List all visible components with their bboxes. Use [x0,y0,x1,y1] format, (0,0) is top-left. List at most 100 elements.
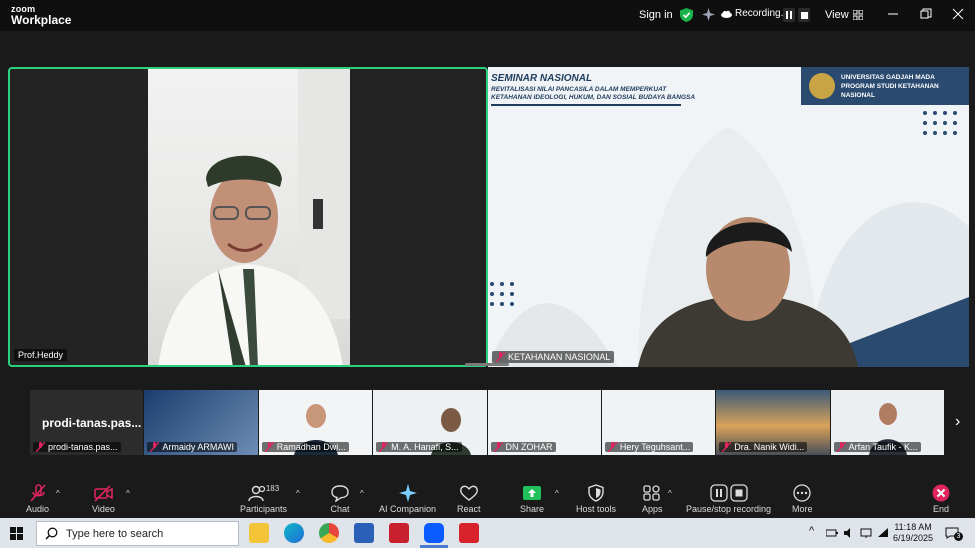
host-tools-button[interactable]: Host tools [576,484,616,514]
heart-icon [459,485,478,501]
react-label: React [457,504,481,514]
pause-icon [786,11,792,19]
muted-mic-icon [836,442,846,452]
notification-count: 3 [954,532,963,541]
recording-label: Recording... [735,8,789,19]
audio-options-chevron-up-icon[interactable]: ^ [56,489,60,498]
gallery-tile[interactable]: Ramadhan Dwi... [258,390,373,455]
end-button[interactable]: End [931,484,951,514]
slide-subtitle: REVITALISASI NILAI PANCASILA DALAM MEMPE… [491,86,695,102]
participants-icon [248,485,265,502]
pause-stop-recording-icon [709,484,748,502]
participant-name: Arfan Taufik - K... [848,442,918,452]
participants-count: 183 [265,484,280,493]
participant-label: Dra. Nanik Widi... [719,442,808,452]
end-label: End [932,504,949,514]
chat-icon [331,485,349,502]
slide-subtitle-1: REVITALISASI NILAI PANCASILA DALAM MEMPE… [491,86,667,93]
org-name-2: PROGRAM STUDI KETAHANAN NASIONAL [841,82,939,99]
apps-button[interactable]: Apps [642,484,663,514]
restore-icon[interactable] [920,8,932,20]
gallery-tile[interactable]: Armaidy ARMAWI [144,390,258,455]
video-label: Video [92,504,115,514]
share-options-chevron-up-icon[interactable]: ^ [555,489,559,498]
participant-name: prodi-tanas.pas... [48,442,118,452]
battery-icon[interactable] [826,528,838,538]
encryption-shield-icon[interactable] [680,8,693,22]
speaker-tile-2[interactable]: SEMINAR NASIONAL REVITALISASI NILAI PANC… [488,67,969,367]
windows-start-icon[interactable] [10,527,23,540]
share-screen-icon [523,486,542,500]
pause-recording-button[interactable] [783,8,795,22]
speaker-name-badge: KETAHANAN NASIONAL [492,351,615,363]
audio-label: Audio [26,504,50,514]
view-button[interactable]: View [825,9,863,21]
ai-companion-label: AI Companion [379,504,437,514]
apps-icon [643,485,660,501]
decor-dots-top [923,111,957,135]
ai-companion-sparkle-icon [398,484,417,502]
gallery-tile[interactable]: Dra. Nanik Widi... [716,390,830,455]
recording-indicator[interactable]: Recording... [721,8,789,19]
gallery-next-arrow-icon[interactable]: › [955,413,960,431]
participant-label: M. A. Hanafi, S... [376,442,462,452]
react-button[interactable]: React [457,484,481,514]
close-icon[interactable] [952,8,964,20]
speaker-tile-1[interactable]: Prof.Heddy [8,67,488,367]
video-options-chevron-up-icon[interactable]: ^ [126,489,130,498]
participant-name: Dra. Nanik Widi... [734,442,805,452]
slide-divider [491,104,681,106]
gallery-tile[interactable]: Arfan Taufik - K... [830,390,944,455]
wifi-icon[interactable] [877,527,889,539]
muted-mic-icon [493,442,503,452]
video-button[interactable]: Video [92,484,115,514]
taskbar-search-box[interactable]: Type here to search [36,521,239,546]
search-icon [45,527,58,540]
resize-handle[interactable] [465,363,509,366]
minimize-icon[interactable] [887,8,899,20]
ai-sparkle-icon[interactable] [702,8,715,21]
edge-browser-icon[interactable] [284,523,304,543]
gallery-tile[interactable]: M. A. Hanafi, S... [373,390,487,455]
apps-options-chevron-up-icon[interactable]: ^ [668,489,672,498]
title-bar: zoom Workplace Sign in Recording... View [0,0,975,31]
slide-title: SEMINAR NASIONAL [491,73,593,84]
more-icon [793,484,811,502]
video-off-icon [94,485,114,502]
stop-recording-button[interactable] [798,8,810,22]
end-meeting-icon [932,484,950,502]
clock-date: 6/19/2025 [893,533,934,543]
gallery-tile[interactable]: Hery Teguhsant... [601,390,716,455]
more-button[interactable]: More [792,484,813,514]
muted-mic-icon [36,442,45,452]
ai-companion-button[interactable]: AI Companion [379,484,436,514]
more-label: More [792,504,813,514]
gallery-tile[interactable]: prodi-tanas.pas... prodi-tanas.pas... [30,390,144,455]
network-icon[interactable] [860,527,872,539]
participant-label: Hery Teguhsant... [604,442,694,452]
gallery-tile[interactable]: DN ZOHAR [487,390,601,455]
share-button[interactable]: Share [520,484,544,514]
sign-in-button[interactable]: Sign in [639,9,673,21]
university-seal-icon [809,73,835,99]
gallery-strip: prodi-tanas.pas... prodi-tanas.pas... Ar… [30,390,944,455]
pause-stop-recording-button[interactable]: Pause/stop recording [686,484,771,514]
chrome-browser-icon[interactable] [319,523,339,543]
mcafee-icon[interactable] [389,523,409,543]
audio-button[interactable]: Audio [26,484,49,514]
system-clock[interactable]: 11:18 AM 6/19/2025 [893,522,933,544]
cloud-icon [721,10,732,18]
chat-button[interactable]: Chat [330,484,350,514]
pdf-app-icon[interactable] [459,523,479,543]
participants-options-chevron-up-icon[interactable]: ^ [296,489,300,498]
notifications-button[interactable]: 3 [945,526,963,541]
participants-button[interactable]: 183 Participants [240,484,287,514]
video-feed [148,69,350,365]
zoom-app-icon[interactable] [424,523,444,543]
chat-options-chevron-up-icon[interactable]: ^ [360,489,364,498]
file-explorer-icon[interactable] [249,523,269,543]
word-icon[interactable] [354,523,374,543]
speaker-icon[interactable] [843,527,855,539]
zoom-logo: zoom Workplace [11,4,71,26]
tray-chevron-up-icon[interactable]: ^ [809,525,814,537]
